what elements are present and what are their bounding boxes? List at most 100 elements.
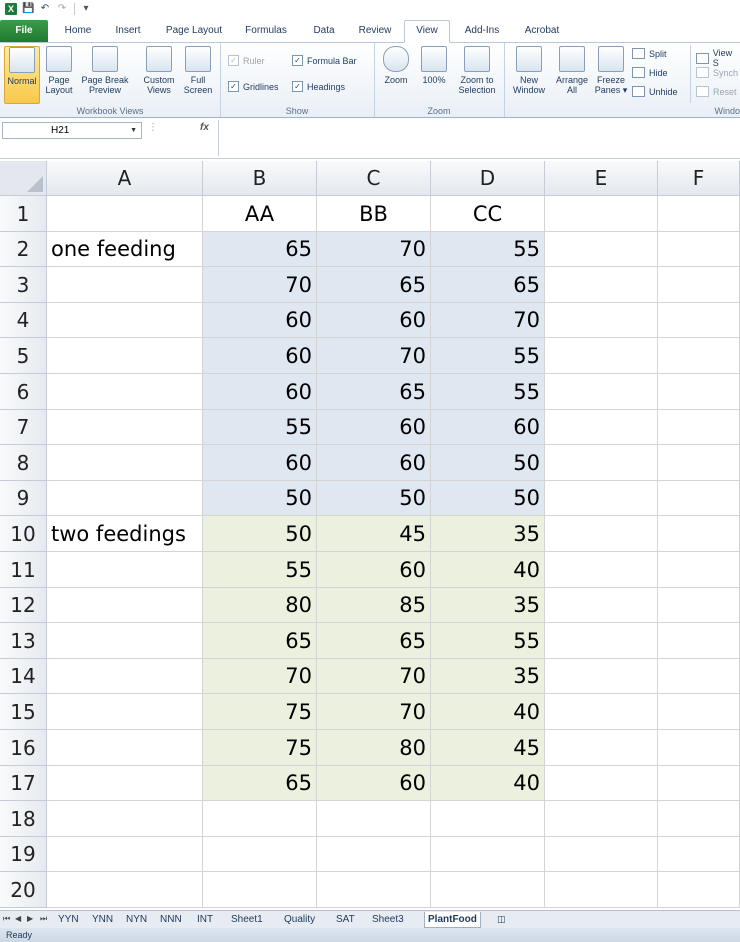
cell-c8[interactable]: 60 (317, 445, 431, 481)
cell-c11[interactable]: 60 (317, 552, 431, 588)
column-header-f[interactable]: F (658, 161, 740, 196)
cell-a12[interactable] (47, 588, 203, 623)
cell-a5[interactable] (47, 338, 203, 374)
cell-c3[interactable]: 65 (317, 267, 431, 303)
previous-sheet-icon[interactable]: ◀ (15, 914, 21, 923)
cell-b3[interactable]: 70 (203, 267, 317, 303)
cell-a16[interactable] (47, 730, 203, 766)
cell-e17[interactable] (545, 766, 658, 801)
cell-f1[interactable] (658, 196, 740, 232)
sheet-tab-plantfood[interactable]: PlantFood (424, 912, 481, 928)
cell-d17[interactable]: 40 (431, 766, 545, 801)
cell-f2[interactable] (658, 232, 740, 267)
cell-e5[interactable] (545, 338, 658, 374)
cell-d16[interactable]: 45 (431, 730, 545, 766)
row-header-14[interactable]: 14 (0, 659, 47, 694)
tab-view[interactable]: View (404, 20, 450, 43)
column-header-b[interactable]: B (203, 161, 317, 196)
row-header-5[interactable]: 5 (0, 338, 47, 374)
cell-e6[interactable] (545, 374, 658, 410)
customize-qat-icon[interactable]: ▾ (80, 3, 92, 15)
excel-icon[interactable]: X (5, 3, 17, 15)
cell-f10[interactable] (658, 516, 740, 552)
sheet-tab-int[interactable]: INT (197, 912, 213, 927)
cell-e2[interactable] (545, 232, 658, 267)
cell-b14[interactable]: 70 (203, 659, 317, 694)
cell-a17[interactable] (47, 766, 203, 801)
cell-c12[interactable]: 85 (317, 588, 431, 623)
cell-c19[interactable] (317, 837, 431, 872)
row-header-17[interactable]: 17 (0, 766, 47, 801)
cell-d13[interactable]: 55 (431, 623, 545, 659)
sheet-tab-sheet1[interactable]: Sheet1 (231, 912, 263, 927)
cell-f12[interactable] (658, 588, 740, 623)
cell-f16[interactable] (658, 730, 740, 766)
cell-a18[interactable] (47, 801, 203, 837)
cell-d1[interactable]: CC (431, 196, 545, 232)
cell-c9[interactable]: 50 (317, 481, 431, 516)
column-header-c[interactable]: C (317, 161, 431, 196)
cell-b5[interactable]: 60 (203, 338, 317, 374)
arrange-all-button[interactable]: Arrange All (552, 46, 592, 95)
column-header-d[interactable]: D (431, 161, 545, 196)
cell-d12[interactable]: 35 (431, 588, 545, 623)
cell-a20[interactable] (47, 872, 203, 908)
cell-b6[interactable]: 60 (203, 374, 317, 410)
cell-c13[interactable]: 65 (317, 623, 431, 659)
page-layout-button[interactable]: Page Layout (42, 46, 76, 95)
cell-b13[interactable]: 65 (203, 623, 317, 659)
column-header-e[interactable]: E (545, 161, 658, 196)
cell-c16[interactable]: 80 (317, 730, 431, 766)
synchronous-scrolling-button[interactable]: Synch (696, 67, 738, 78)
cell-c17[interactable]: 60 (317, 766, 431, 801)
next-sheet-icon[interactable]: ▶ (27, 914, 33, 923)
cell-b8[interactable]: 60 (203, 445, 317, 481)
cell-b15[interactable]: 75 (203, 694, 317, 730)
cell-a7[interactable] (47, 410, 203, 445)
cell-e12[interactable] (545, 588, 658, 623)
tab-add-ins[interactable]: Add-Ins (456, 21, 508, 41)
sheet-tab-sheet3[interactable]: Sheet3 (372, 912, 404, 927)
cell-d10[interactable]: 35 (431, 516, 545, 552)
cell-e15[interactable] (545, 694, 658, 730)
full-screen-button[interactable]: Full Screen (180, 46, 216, 95)
sheet-tab-nyn[interactable]: NYN (126, 912, 147, 927)
row-header-6[interactable]: 6 (0, 374, 47, 410)
save-icon[interactable]: 💾 (22, 3, 34, 15)
cell-f3[interactable] (658, 267, 740, 303)
insert-function-icon[interactable]: fx (200, 122, 209, 133)
unhide-button[interactable]: Unhide (632, 86, 678, 97)
column-header-a[interactable]: A (47, 161, 203, 196)
cell-c5[interactable]: 70 (317, 338, 431, 374)
cell-a2[interactable]: one feeding (47, 232, 203, 267)
cell-a14[interactable] (47, 659, 203, 694)
sheet-tab-sat[interactable]: SAT (336, 912, 355, 927)
cell-e19[interactable] (545, 837, 658, 872)
row-header-10[interactable]: 10 (0, 516, 47, 552)
new-window-button[interactable]: New Window (508, 46, 550, 95)
tab-home[interactable]: Home (56, 21, 100, 41)
sheet-tab-yyn[interactable]: YYN (58, 912, 79, 927)
freeze-panes-button[interactable]: Freeze Panes ▾ (592, 46, 630, 95)
cell-a6[interactable] (47, 374, 203, 410)
cell-f14[interactable] (658, 659, 740, 694)
cell-e7[interactable] (545, 410, 658, 445)
custom-views-button[interactable]: Custom Views (140, 46, 178, 95)
cell-d15[interactable]: 40 (431, 694, 545, 730)
last-sheet-icon[interactable]: ⏭ (40, 914, 47, 924)
cell-e18[interactable] (545, 801, 658, 837)
cell-b1[interactable]: AA (203, 196, 317, 232)
tab-data[interactable]: Data (304, 21, 344, 41)
cell-a10[interactable]: two feedings (47, 516, 203, 552)
cell-f15[interactable] (658, 694, 740, 730)
row-header-15[interactable]: 15 (0, 694, 47, 730)
cell-c6[interactable]: 65 (317, 374, 431, 410)
cell-a11[interactable] (47, 552, 203, 588)
tab-insert[interactable]: Insert (106, 21, 150, 41)
zoom-to-selection-button[interactable]: Zoom to Selection (454, 46, 500, 95)
cell-d19[interactable] (431, 837, 545, 872)
cell-e20[interactable] (545, 872, 658, 908)
cell-d8[interactable]: 50 (431, 445, 545, 481)
cell-b17[interactable]: 65 (203, 766, 317, 801)
zoom-button[interactable]: Zoom (380, 46, 412, 85)
